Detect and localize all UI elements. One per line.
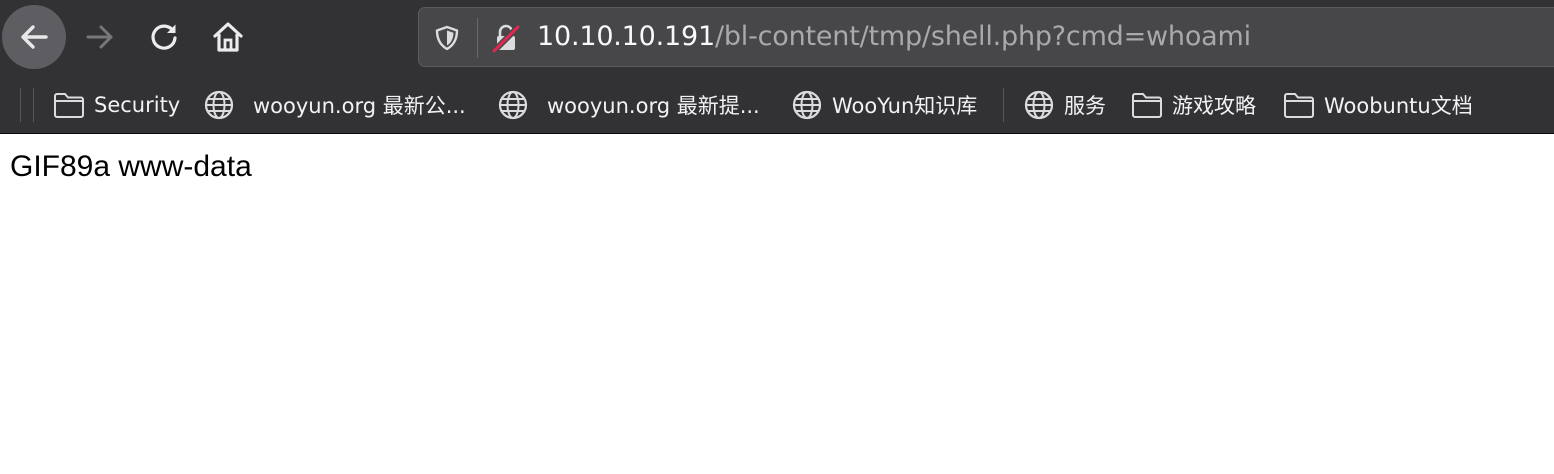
page-content: GIF89a www-data (0, 134, 1554, 474)
bookmark-services[interactable]: 服务 (1022, 76, 1106, 134)
forward-button[interactable] (80, 17, 120, 57)
folder-icon (1282, 88, 1316, 122)
globe-icon (790, 88, 824, 122)
bookmark-label: wooyun.org 最新提... (547, 94, 760, 118)
bookmarks-separator (1003, 88, 1004, 122)
home-button[interactable] (208, 17, 248, 57)
globe-icon (1022, 88, 1056, 122)
page-body-text: GIF89a www-data (10, 150, 252, 183)
folder-icon (52, 88, 86, 122)
bookmark-wooyun-latest-public[interactable]: wooyun.org 最新公... (202, 76, 466, 134)
bookmark-label: 服务 (1064, 94, 1106, 118)
globe-icon (202, 88, 236, 122)
url-host: 10.10.10.191 (537, 21, 715, 52)
bookmarks-separator (20, 88, 21, 122)
bookmark-label: 游戏攻略 (1172, 94, 1256, 118)
url-text[interactable]: 10.10.10.191/bl-content/tmp/shell.php?cm… (537, 8, 1251, 66)
back-button[interactable] (2, 5, 66, 69)
bookmark-folder-game-guides[interactable]: 游戏攻略 (1130, 76, 1256, 134)
bookmark-label: Woobuntu文档 (1324, 94, 1473, 118)
bookmark-folder-woobuntu-docs[interactable]: Woobuntu文档 (1282, 76, 1473, 134)
home-icon (213, 22, 243, 52)
urlbar-separator (477, 18, 478, 58)
bookmark-label: wooyun.org 最新公... (253, 94, 466, 118)
bookmark-wooyun-knowledge-base[interactable]: WooYun知识库 (790, 76, 977, 134)
navigation-toolbar: 10.10.10.191/bl-content/tmp/shell.php?cm… (0, 0, 1554, 76)
reload-icon (151, 24, 177, 50)
url-path: /bl-content/tmp/shell.php?cmd=whoami (714, 21, 1251, 52)
folder-icon (1130, 88, 1164, 122)
browser-window: 10.10.10.191/bl-content/tmp/shell.php?cm… (0, 0, 1554, 474)
reload-button[interactable] (144, 17, 184, 57)
bookmark-wooyun-latest-submitted[interactable]: wooyun.org 最新提... (496, 76, 760, 134)
arrow-right-icon (86, 25, 113, 49)
arrow-left-icon (21, 25, 48, 49)
globe-icon (496, 88, 530, 122)
bookmarks-toolbar: Security wooyun.org 最新公... wooyun.org 最新… (0, 76, 1554, 134)
tracking-protection-shield-icon[interactable] (433, 24, 461, 52)
bookmark-folder-security[interactable]: Security (52, 76, 180, 134)
bookmarks-separator (33, 88, 34, 122)
address-bar[interactable]: 10.10.10.191/bl-content/tmp/shell.php?cm… (418, 7, 1554, 67)
bookmark-label: Security (94, 93, 181, 117)
insecure-lock-icon[interactable] (490, 22, 522, 54)
bookmark-label: WooYun知识库 (832, 94, 978, 118)
